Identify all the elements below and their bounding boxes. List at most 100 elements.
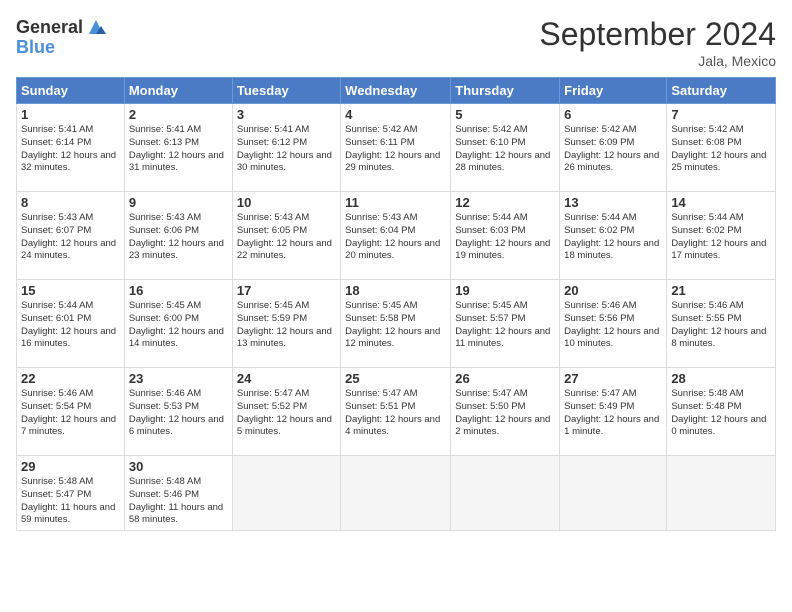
- day-info: Sunrise: 5:47 AM Sunset: 5:50 PM Dayligh…: [455, 388, 555, 439]
- day-number: 5: [455, 107, 555, 122]
- day-number: 17: [237, 283, 336, 298]
- logo-icon: [85, 16, 107, 38]
- title-area: September 2024 Jala, Mexico: [539, 16, 776, 69]
- col-wednesday: Wednesday: [341, 78, 451, 104]
- table-row: 10 Sunrise: 5:43 AM Sunset: 6:05 PM Dayl…: [232, 192, 340, 280]
- day-number: 12: [455, 195, 555, 210]
- day-info: Sunrise: 5:45 AM Sunset: 5:58 PM Dayligh…: [345, 300, 446, 351]
- table-row: 17 Sunrise: 5:45 AM Sunset: 5:59 PM Dayl…: [232, 280, 340, 368]
- day-info: Sunrise: 5:41 AM Sunset: 6:14 PM Dayligh…: [21, 124, 120, 175]
- table-row: 13 Sunrise: 5:44 AM Sunset: 6:02 PM Dayl…: [560, 192, 667, 280]
- table-row: 16 Sunrise: 5:45 AM Sunset: 6:00 PM Dayl…: [124, 280, 232, 368]
- day-info: Sunrise: 5:47 AM Sunset: 5:51 PM Dayligh…: [345, 388, 446, 439]
- table-row: 22 Sunrise: 5:46 AM Sunset: 5:54 PM Dayl…: [17, 368, 125, 456]
- table-row: 15 Sunrise: 5:44 AM Sunset: 6:01 PM Dayl…: [17, 280, 125, 368]
- day-number: 8: [21, 195, 120, 210]
- day-info: Sunrise: 5:41 AM Sunset: 6:13 PM Dayligh…: [129, 124, 228, 175]
- calendar-table: Sunday Monday Tuesday Wednesday Thursday…: [16, 77, 776, 531]
- col-sunday: Sunday: [17, 78, 125, 104]
- table-row: 18 Sunrise: 5:45 AM Sunset: 5:58 PM Dayl…: [341, 280, 451, 368]
- day-info: Sunrise: 5:44 AM Sunset: 6:01 PM Dayligh…: [21, 300, 120, 351]
- table-row: 26 Sunrise: 5:47 AM Sunset: 5:50 PM Dayl…: [451, 368, 560, 456]
- day-info: Sunrise: 5:43 AM Sunset: 6:05 PM Dayligh…: [237, 212, 336, 263]
- day-number: 28: [671, 371, 771, 386]
- day-number: 26: [455, 371, 555, 386]
- page: General Blue September 2024 Jala, Mexico…: [0, 0, 792, 612]
- day-info: Sunrise: 5:42 AM Sunset: 6:09 PM Dayligh…: [564, 124, 662, 175]
- day-number: 21: [671, 283, 771, 298]
- day-number: 29: [21, 459, 120, 474]
- table-row: 25 Sunrise: 5:47 AM Sunset: 5:51 PM Dayl…: [341, 368, 451, 456]
- day-info: Sunrise: 5:43 AM Sunset: 6:04 PM Dayligh…: [345, 212, 446, 263]
- day-number: 13: [564, 195, 662, 210]
- day-info: Sunrise: 5:46 AM Sunset: 5:53 PM Dayligh…: [129, 388, 228, 439]
- table-row: 3 Sunrise: 5:41 AM Sunset: 6:12 PM Dayli…: [232, 104, 340, 192]
- table-row: [560, 456, 667, 531]
- table-row: 2 Sunrise: 5:41 AM Sunset: 6:13 PM Dayli…: [124, 104, 232, 192]
- day-number: 18: [345, 283, 446, 298]
- day-number: 2: [129, 107, 228, 122]
- col-saturday: Saturday: [667, 78, 776, 104]
- header: General Blue September 2024 Jala, Mexico: [16, 16, 776, 69]
- day-number: 3: [237, 107, 336, 122]
- col-thursday: Thursday: [451, 78, 560, 104]
- day-info: Sunrise: 5:46 AM Sunset: 5:56 PM Dayligh…: [564, 300, 662, 351]
- day-number: 24: [237, 371, 336, 386]
- day-info: Sunrise: 5:42 AM Sunset: 6:11 PM Dayligh…: [345, 124, 446, 175]
- logo-blue-text: Blue: [16, 38, 107, 56]
- table-row: 23 Sunrise: 5:46 AM Sunset: 5:53 PM Dayl…: [124, 368, 232, 456]
- day-info: Sunrise: 5:42 AM Sunset: 6:08 PM Dayligh…: [671, 124, 771, 175]
- day-number: 15: [21, 283, 120, 298]
- table-row: 9 Sunrise: 5:43 AM Sunset: 6:06 PM Dayli…: [124, 192, 232, 280]
- table-row: 28 Sunrise: 5:48 AM Sunset: 5:48 PM Dayl…: [667, 368, 776, 456]
- day-info: Sunrise: 5:45 AM Sunset: 5:59 PM Dayligh…: [237, 300, 336, 351]
- table-row: 8 Sunrise: 5:43 AM Sunset: 6:07 PM Dayli…: [17, 192, 125, 280]
- day-info: Sunrise: 5:45 AM Sunset: 6:00 PM Dayligh…: [129, 300, 228, 351]
- day-number: 22: [21, 371, 120, 386]
- day-info: Sunrise: 5:46 AM Sunset: 5:55 PM Dayligh…: [671, 300, 771, 351]
- day-number: 19: [455, 283, 555, 298]
- day-number: 7: [671, 107, 771, 122]
- table-row: 29 Sunrise: 5:48 AM Sunset: 5:47 PM Dayl…: [17, 456, 125, 531]
- table-row: [232, 456, 340, 531]
- day-number: 9: [129, 195, 228, 210]
- col-friday: Friday: [560, 78, 667, 104]
- day-info: Sunrise: 5:48 AM Sunset: 5:48 PM Dayligh…: [671, 388, 771, 439]
- table-row: 12 Sunrise: 5:44 AM Sunset: 6:03 PM Dayl…: [451, 192, 560, 280]
- table-row: 21 Sunrise: 5:46 AM Sunset: 5:55 PM Dayl…: [667, 280, 776, 368]
- table-row: 20 Sunrise: 5:46 AM Sunset: 5:56 PM Dayl…: [560, 280, 667, 368]
- table-row: 5 Sunrise: 5:42 AM Sunset: 6:10 PM Dayli…: [451, 104, 560, 192]
- col-monday: Monday: [124, 78, 232, 104]
- col-tuesday: Tuesday: [232, 78, 340, 104]
- day-info: Sunrise: 5:47 AM Sunset: 5:52 PM Dayligh…: [237, 388, 336, 439]
- table-row: 4 Sunrise: 5:42 AM Sunset: 6:11 PM Dayli…: [341, 104, 451, 192]
- day-info: Sunrise: 5:48 AM Sunset: 5:47 PM Dayligh…: [21, 476, 120, 527]
- day-number: 1: [21, 107, 120, 122]
- table-row: 11 Sunrise: 5:43 AM Sunset: 6:04 PM Dayl…: [341, 192, 451, 280]
- day-info: Sunrise: 5:44 AM Sunset: 6:03 PM Dayligh…: [455, 212, 555, 263]
- day-info: Sunrise: 5:43 AM Sunset: 6:06 PM Dayligh…: [129, 212, 228, 263]
- day-number: 6: [564, 107, 662, 122]
- calendar-header-row: Sunday Monday Tuesday Wednesday Thursday…: [17, 78, 776, 104]
- day-number: 25: [345, 371, 446, 386]
- month-title: September 2024: [539, 16, 776, 53]
- day-info: Sunrise: 5:45 AM Sunset: 5:57 PM Dayligh…: [455, 300, 555, 351]
- day-number: 16: [129, 283, 228, 298]
- day-number: 27: [564, 371, 662, 386]
- table-row: [451, 456, 560, 531]
- day-number: 20: [564, 283, 662, 298]
- day-info: Sunrise: 5:44 AM Sunset: 6:02 PM Dayligh…: [564, 212, 662, 263]
- day-info: Sunrise: 5:44 AM Sunset: 6:02 PM Dayligh…: [671, 212, 771, 263]
- logo-general-text: General: [16, 18, 83, 36]
- logo: General Blue: [16, 16, 107, 56]
- table-row: 24 Sunrise: 5:47 AM Sunset: 5:52 PM Dayl…: [232, 368, 340, 456]
- table-row: 30 Sunrise: 5:48 AM Sunset: 5:46 PM Dayl…: [124, 456, 232, 531]
- day-info: Sunrise: 5:48 AM Sunset: 5:46 PM Dayligh…: [129, 476, 228, 527]
- day-number: 14: [671, 195, 771, 210]
- day-info: Sunrise: 5:43 AM Sunset: 6:07 PM Dayligh…: [21, 212, 120, 263]
- table-row: 27 Sunrise: 5:47 AM Sunset: 5:49 PM Dayl…: [560, 368, 667, 456]
- location: Jala, Mexico: [539, 53, 776, 69]
- day-info: Sunrise: 5:42 AM Sunset: 6:10 PM Dayligh…: [455, 124, 555, 175]
- day-number: 4: [345, 107, 446, 122]
- day-info: Sunrise: 5:46 AM Sunset: 5:54 PM Dayligh…: [21, 388, 120, 439]
